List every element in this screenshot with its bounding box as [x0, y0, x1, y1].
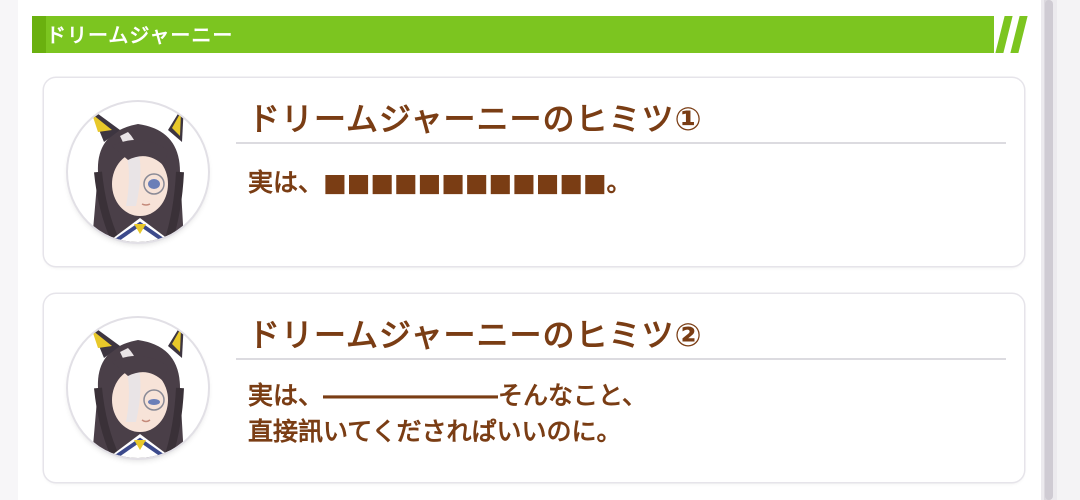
secret-card-2: ドリームジャーニーのヒミツ② 実は、―――――――そんなこと、 直接訊いてくださ…: [44, 294, 1024, 482]
card-body: 実は、■■■■■■■■■■■■。: [248, 165, 631, 201]
card-divider: [236, 358, 1006, 360]
right-gutter: [1057, 0, 1080, 500]
section-title: ドリームジャーニー: [46, 23, 234, 47]
character-portrait-icon: [68, 102, 208, 242]
card-body-line: 実は、■■■■■■■■■■■■。: [248, 168, 632, 197]
secret-card-1: ドリームジャーニーのヒミツ① 実は、■■■■■■■■■■■■。: [44, 78, 1024, 266]
section-header-accent: [32, 16, 46, 53]
card-divider: [236, 142, 1006, 144]
character-portrait-icon: [68, 318, 208, 458]
card-body-line: 実は、―――――――そんなこと、: [248, 381, 648, 410]
card-body: 実は、―――――――そんなこと、 直接訊いてくだされぱいいのに。: [248, 378, 647, 450]
scrollbar-thumb[interactable]: [1045, 0, 1053, 500]
card-title: ドリームジャーニーのヒミツ②: [248, 316, 703, 354]
card-title: ドリームジャーニーのヒミツ①: [248, 100, 703, 138]
card-body-line: 直接訊いてくだされぱいいのに。: [248, 417, 622, 446]
